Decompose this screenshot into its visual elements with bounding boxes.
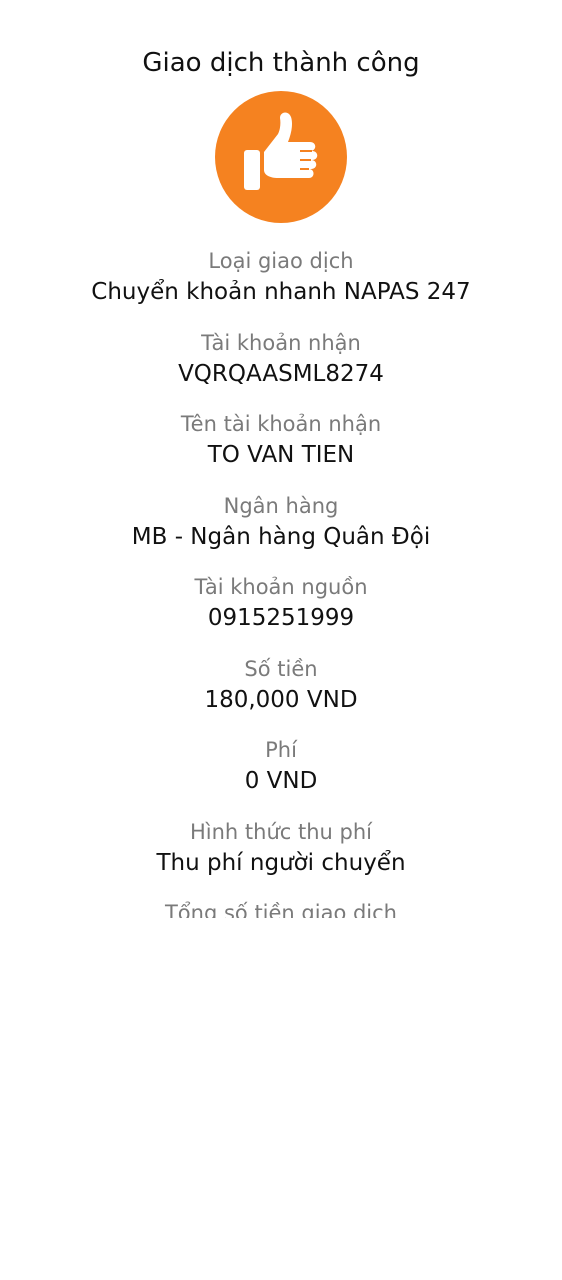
- transaction-details[interactable]: Loại giao dịch Chuyển khoản nhanh NAPAS …: [0, 246, 562, 918]
- detail-fee: Phí 0 VND: [0, 735, 562, 817]
- detail-value: 180,000 VND: [204, 686, 358, 713]
- detail-label: Loại giao dịch: [208, 249, 354, 273]
- detail-bank: Ngân hàng MB - Ngân hàng Quân Đội: [0, 491, 562, 573]
- detail-label: Ngân hàng: [223, 493, 339, 518]
- detail-label: Hình thức thu phí: [190, 819, 372, 844]
- detail-value: MB - Ngân hàng Quân Đội: [131, 523, 431, 550]
- detail-transaction-type: Loại giao dịch Chuyển khoản nhanh NAPAS …: [0, 246, 562, 328]
- detail-label: Tài khoản nhận: [201, 330, 361, 355]
- thumbs-up-icon: [214, 90, 348, 224]
- detail-label: Số tiền: [244, 656, 318, 681]
- detail-value: VQRQAASML8274: [178, 360, 384, 387]
- detail-label: Tổng số tiền giao dịch: [164, 901, 397, 918]
- detail-label: Tài khoản nguồn: [194, 575, 368, 599]
- page-title: Giao dịch thành công: [142, 48, 420, 78]
- detail-label: Phí: [265, 738, 297, 762]
- detail-value: 0915251999: [207, 605, 355, 631]
- detail-source-account: Tài khoản nguồn 0915251999: [0, 572, 562, 654]
- detail-value: TO VAN TIEN: [207, 442, 355, 468]
- detail-recipient-name: Tên tài khoản nhận TO VAN TIEN: [0, 409, 562, 491]
- detail-amount: Số tiền 180,000 VND: [0, 654, 562, 736]
- detail-label: Tên tài khoản nhận: [180, 412, 382, 436]
- detail-value: Thu phí người chuyển: [156, 849, 406, 876]
- detail-value: 0 VND: [244, 768, 318, 794]
- detail-total-amount: Tổng số tiền giao dịch: [0, 898, 562, 918]
- detail-recipient-account: Tài khoản nhận VQRQAASML8274: [0, 328, 562, 410]
- detail-fee-method: Hình thức thu phí Thu phí người chuyển: [0, 817, 562, 899]
- detail-value: Chuyển khoản nhanh NAPAS 247: [91, 279, 471, 305]
